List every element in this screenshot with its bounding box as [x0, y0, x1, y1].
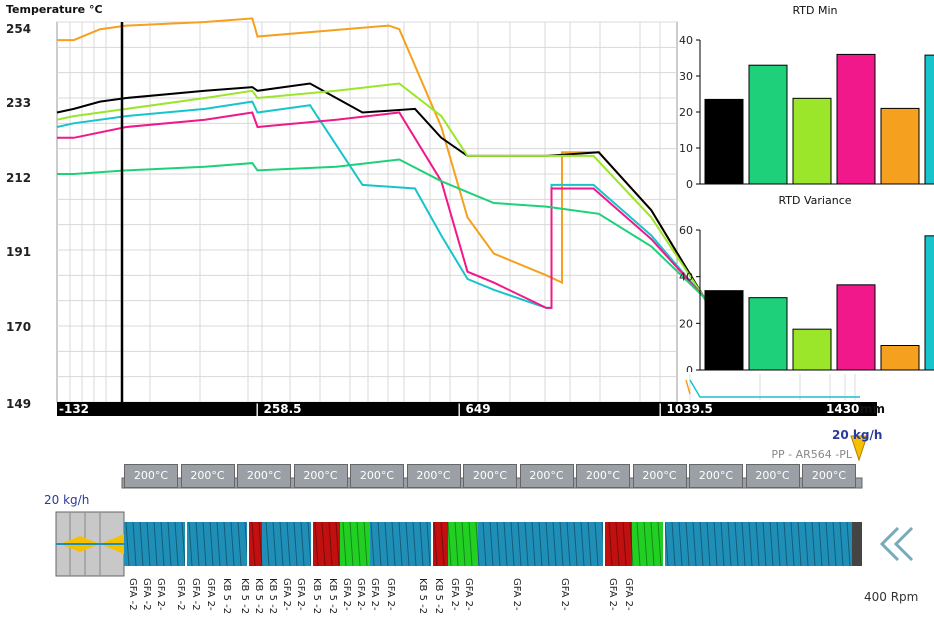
y-tick-label: 0: [686, 178, 693, 191]
barrel-zone-temp[interactable]: 200°C: [350, 464, 404, 488]
x-tick-label: -132: [59, 402, 89, 416]
bar[interactable]: [924, 235, 934, 371]
screw-element-label[interactable]: GFA -2: [127, 578, 138, 611]
screw-element-label[interactable]: GFA 2-: [155, 578, 166, 611]
y-tick-label: 40: [679, 271, 693, 284]
screw-element-label[interactable]: GFA -2: [141, 578, 152, 611]
screw-element-label[interactable]: GFA 2-: [463, 578, 474, 611]
chevron-left-icon[interactable]: [893, 526, 914, 562]
barrel-zone-temp[interactable]: 200°C: [180, 464, 235, 488]
x-tick-label: | 258.5: [255, 402, 302, 416]
y-tick-label: 60: [679, 224, 693, 237]
barrel-zone-temp[interactable]: 200°C: [632, 464, 687, 488]
temperature-chart[interactable]: -132 | 258.5 | 649 | 1039.5 1430 mm RTD …: [0, 0, 934, 620]
bar[interactable]: [704, 290, 744, 371]
screw-element-label[interactable]: GFA 2-: [385, 578, 396, 611]
screw-element-label[interactable]: GFA 2-: [511, 578, 522, 611]
screw-element-label[interactable]: KB 5 -2: [253, 578, 264, 614]
rtd-min-title: RTD Min: [792, 4, 837, 17]
screw-element-label[interactable]: KB 5 -2: [433, 578, 444, 614]
bar[interactable]: [836, 284, 876, 371]
screw-element-label[interactable]: GFA 2-: [281, 578, 292, 611]
barrel-zone-temp[interactable]: 200°C: [576, 464, 630, 488]
x-axis-unit: mm: [860, 402, 885, 416]
screw-element-label[interactable]: GFA 2-: [205, 578, 216, 611]
barrel-zone-temp[interactable]: 200°C: [745, 464, 800, 488]
bar[interactable]: [924, 54, 934, 185]
bar[interactable]: [748, 64, 788, 185]
screw-element-label[interactable]: GFA 2-: [449, 578, 460, 611]
screw-element-label[interactable]: GFA 2-: [559, 578, 570, 611]
barrel-zone-temp[interactable]: 200°C: [293, 464, 348, 488]
y-tick-label: 20: [679, 317, 693, 330]
x-tick-label: 1430: [826, 402, 859, 416]
screw-element-label[interactable]: GFA -2: [175, 578, 186, 611]
bar[interactable]: [836, 53, 876, 185]
screw-element-label[interactable]: KB 5 -2: [267, 578, 278, 614]
screw-element-label[interactable]: GFA -2: [190, 578, 201, 611]
barrel-zone-temp[interactable]: 200°C: [463, 464, 517, 488]
screw-element-label[interactable]: GFA 2-: [295, 578, 306, 611]
screw-element-label[interactable]: GFA 2-: [369, 578, 380, 611]
screw-element-label[interactable]: GFA 2-: [355, 578, 366, 611]
barrel-zone-temp[interactable]: 200°C: [406, 464, 461, 488]
barrel-zone-temp[interactable]: 200°C: [802, 464, 856, 488]
rtd-variance-title: RTD Variance: [778, 194, 851, 207]
screw-element-label[interactable]: KB 5 -2: [221, 578, 232, 614]
bar[interactable]: [880, 107, 920, 185]
bar[interactable]: [792, 97, 832, 185]
screw-speed-label[interactable]: 400 Rpm: [864, 590, 918, 604]
barrel-zone-temp[interactable]: 200°C: [124, 464, 178, 488]
screw-element-label[interactable]: GFA 2-: [623, 578, 634, 611]
bar[interactable]: [704, 98, 744, 185]
screw-element-label[interactable]: KB 5 -2: [417, 578, 428, 614]
bar[interactable]: [748, 297, 788, 371]
y-tick-label: 10: [679, 142, 693, 155]
feed-rate-left[interactable]: 20 kg/h: [44, 493, 89, 507]
barrel-zone-temp[interactable]: 200°C: [689, 464, 743, 488]
screw-element-label[interactable]: KB 5 -2: [239, 578, 250, 614]
bar[interactable]: [880, 345, 920, 371]
screw-element-label[interactable]: GFA 2-: [607, 578, 618, 611]
x-tick-label: | 649: [457, 402, 491, 416]
y-tick-label: 20: [679, 106, 693, 119]
barrel-zone-temp[interactable]: 200°C: [519, 464, 574, 488]
feed-rate-top[interactable]: 20 kg/h: [832, 428, 882, 442]
x-tick-label: | 1039.5: [658, 402, 713, 416]
screw-element-label[interactable]: KB 5 -2: [327, 578, 338, 614]
screw-element-label[interactable]: KB 5 -2: [311, 578, 322, 614]
y-tick-label: 40: [679, 34, 693, 47]
material-label: PP - AR564 -PL: [771, 448, 852, 461]
bar[interactable]: [792, 328, 832, 371]
screw-element-label[interactable]: GFA 2-: [341, 578, 352, 611]
y-tick-label: 30: [679, 70, 693, 83]
screw-end-cap: [852, 522, 862, 566]
barrel-zone-temp[interactable]: 200°C: [237, 464, 291, 488]
